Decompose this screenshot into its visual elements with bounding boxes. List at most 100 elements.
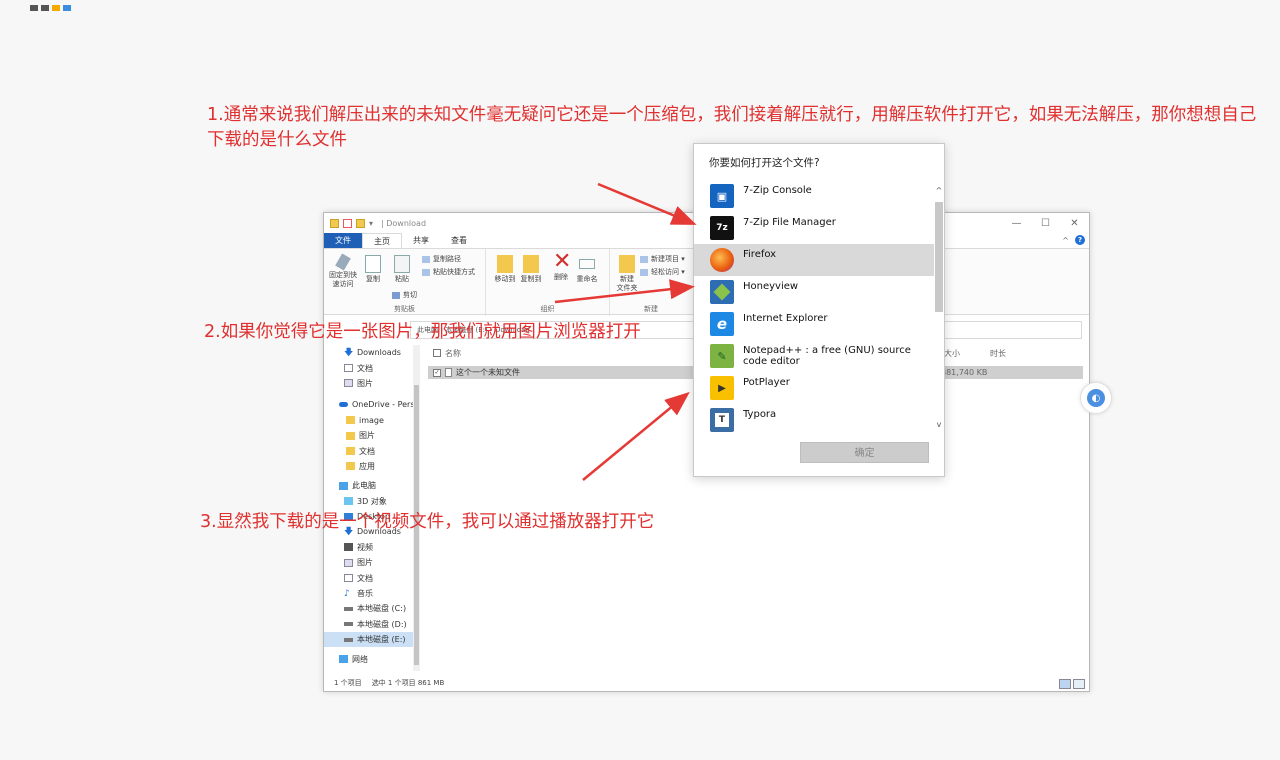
row-checkbox[interactable]: ✓ (433, 368, 441, 377)
file-name: 这个一个未知文件 (456, 368, 520, 377)
delete-x-icon: ✕ (553, 249, 572, 274)
folder-icon (346, 447, 355, 456)
move-to-icon (497, 255, 513, 273)
navigation-scrollbar[interactable] (413, 345, 420, 671)
selection-info: 选中 1 个项目 861 MB (371, 679, 445, 687)
paste-shortcut-button[interactable]: 粘贴快捷方式 (422, 267, 475, 277)
potplayer-icon: ▶ (710, 376, 734, 400)
rename-button[interactable]: 重命名 (570, 255, 604, 284)
typora-icon: T (710, 408, 734, 432)
tutorial-page: 1.通常来说我们解压出来的未知文件毫无疑问它还是一个压缩包，我们接着解压就行，用… (0, 0, 1280, 760)
sidebar-item-videos[interactable]: 视频 (324, 540, 420, 555)
large-icons-view-icon[interactable] (1073, 679, 1085, 689)
item-count: 1 个项目 (334, 679, 362, 687)
app-name: 7-Zip Console (743, 185, 812, 196)
column-size[interactable]: 大小 (944, 348, 960, 359)
sidebar-item-documents-od[interactable]: 文档 (324, 443, 420, 458)
sidebar-item-network[interactable]: 网络 (324, 651, 420, 666)
annotation-step-2: 2.如果你觉得它是一张图片，那我们就用图片浏览器打开 (204, 322, 641, 342)
new-item-button[interactable]: 新建项目 ▾ (640, 254, 685, 264)
app-name: PotPlayer (743, 377, 790, 388)
sidebar-item-pictures[interactable]: 图片 (324, 376, 420, 391)
sidebar-item-drive-c[interactable]: 本地磁盘 (C:) (324, 601, 420, 616)
properties-icon[interactable] (343, 218, 352, 228)
sidebar-item-3d-objects[interactable]: 3D 对象 (324, 494, 420, 509)
app-item-firefox[interactable]: Firefox (694, 244, 934, 276)
copy-path-icon (422, 255, 430, 263)
rename-icon (579, 259, 595, 269)
scroll-down-icon[interactable]: v (934, 420, 944, 430)
drive-icon (344, 637, 353, 642)
tab-view[interactable]: 查看 (440, 233, 478, 248)
folder-icon (346, 431, 355, 440)
app-item-potplayer[interactable]: ▶ PotPlayer (694, 372, 934, 404)
cloud-icon (339, 402, 348, 408)
tab-home[interactable]: 主页 (362, 233, 402, 248)
app-item-typora[interactable]: T Typora (694, 404, 934, 436)
floating-assistant-button[interactable]: ◐ (1080, 382, 1112, 414)
sidebar-item-this-pc[interactable]: 此电脑 (324, 478, 420, 493)
copy-path-button[interactable]: 复制路径 (422, 254, 461, 264)
minimize-button[interactable]: — (1002, 213, 1031, 233)
copy-to-button[interactable]: 复制到 (514, 255, 548, 284)
organize-caption: 组织 (540, 305, 555, 313)
sidebar-item-image[interactable]: image (324, 413, 420, 428)
sidebar-item-drive-d[interactable]: 本地磁盘 (D:) (324, 617, 420, 632)
select-all-checkbox[interactable] (433, 349, 441, 357)
app-item-honeyview[interactable]: Honeyview (694, 276, 934, 308)
collapse-ribbon-icon[interactable]: ^ (1062, 236, 1069, 245)
sidebar-item-pictures-pc[interactable]: 图片 (324, 555, 420, 570)
tab-share[interactable]: 共享 (402, 233, 440, 248)
app-item-7zip-console[interactable]: ▣ 7-Zip Console (694, 180, 934, 212)
tab-file[interactable]: 文件 (324, 233, 362, 248)
organize-group: 移动到 复制到 ✕ 删除 重命名 组织 (486, 249, 610, 316)
7zip-console-icon: ▣ (710, 184, 734, 208)
chat-icon: ◐ (1087, 389, 1105, 407)
app-list-scrollbar[interactable]: ^ v (934, 186, 944, 430)
ok-button[interactable]: 确定 (800, 442, 929, 463)
column-name[interactable]: 名称 (445, 348, 461, 359)
app-name: Typora (743, 409, 777, 420)
7zip-icon: 7z (710, 216, 734, 240)
annotation-step-3: 3.显然我下载的是一个视频文件，我可以通过播放器打开它 (200, 512, 655, 532)
cut-button[interactable]: 剪切 (392, 290, 417, 300)
new-folder-button[interactable]: 新建 文件夹 (610, 255, 644, 293)
scrollbar-thumb[interactable] (935, 202, 943, 312)
easy-access-button[interactable]: 轻松访问 ▾ (640, 267, 685, 277)
copy-icon (365, 255, 381, 273)
column-duration[interactable]: 时长 (990, 348, 1006, 359)
new-caption: 新建 (644, 305, 658, 313)
app-name: 7-Zip File Manager (743, 217, 836, 228)
paste-button[interactable]: 粘贴 (385, 255, 419, 284)
sidebar-item-pictures-od[interactable]: 图片 (324, 428, 420, 443)
sidebar-item-documents-pc[interactable]: 文档 (324, 570, 420, 585)
sidebar-item-onedrive[interactable]: OneDrive - Pers (324, 397, 420, 412)
notepadpp-icon: ✎ (710, 344, 734, 368)
details-view-icon[interactable] (1059, 679, 1071, 689)
close-button[interactable]: ✕ (1060, 213, 1089, 233)
maximize-button[interactable]: ☐ (1031, 213, 1060, 233)
pin-quick-access-button[interactable]: 固定到快 速访问 (326, 253, 360, 289)
sidebar-item-music[interactable]: ♪ 音乐 (324, 586, 420, 601)
new-folder-icon[interactable] (356, 218, 365, 228)
sidebar-item-documents[interactable]: 文档 (324, 360, 420, 375)
scroll-up-icon[interactable]: ^ (934, 186, 944, 196)
file-size: 881,740 KB (941, 368, 988, 377)
network-icon (339, 655, 348, 664)
sidebar-item-downloads[interactable]: 🡇 Downloads (324, 345, 420, 360)
dialog-title: 你要如何打开这个文件? (709, 157, 820, 169)
music-icon: ♪ (344, 588, 350, 599)
app-item-internet-explorer[interactable]: e Internet Explorer (694, 308, 934, 340)
quick-access-dropdown-icon[interactable]: ▾ (369, 219, 373, 228)
document-icon (344, 364, 353, 373)
folder-icon (346, 416, 355, 425)
sidebar-item-apps[interactable]: 应用 (324, 459, 420, 474)
paste-shortcut-icon (422, 268, 430, 276)
video-icon (344, 543, 353, 552)
app-item-7zip-file-manager[interactable]: 7z 7-Zip File Manager (694, 212, 934, 244)
navigation-pane: 🡇 Downloads 文档 图片 OneDrive - Pers image 图… (324, 345, 420, 671)
drive-icon (344, 606, 353, 611)
app-item-notepadpp[interactable]: ✎ Notepad++ : a free (GNU) source code e… (694, 340, 934, 372)
sidebar-item-drive-e[interactable]: 本地磁盘 (E:) (324, 632, 420, 648)
help-icon[interactable]: ? (1075, 235, 1085, 245)
